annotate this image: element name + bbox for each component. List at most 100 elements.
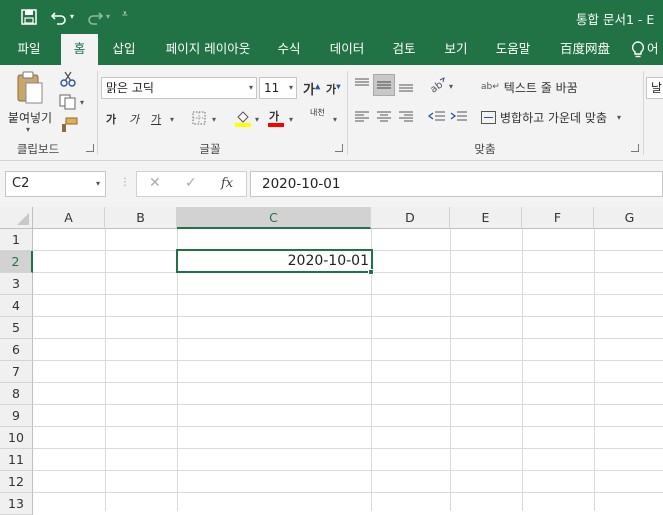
tab-view[interactable]: 보기 [436, 34, 476, 65]
grid-line [33, 338, 663, 339]
chevron-down-icon: ▾ [288, 83, 293, 92]
decrease-indent-icon[interactable] [427, 110, 446, 124]
merge-center-button[interactable]: 병합하고 가운데 맞춤 ▾ [481, 107, 621, 127]
row-header-5[interactable]: 5 [0, 317, 33, 339]
font-size-combo[interactable]: 11 ▾ [259, 77, 297, 99]
tab-tell-me[interactable]: 어 [647, 34, 663, 65]
column-header-d[interactable]: D [371, 207, 450, 229]
grow-font-label: 가 [303, 83, 315, 98]
undo-dropdown-icon[interactable]: ▾ [70, 12, 74, 21]
font-color-dropdown-icon[interactable]: ▾ [289, 115, 293, 124]
lightbulb-icon[interactable] [631, 41, 645, 59]
row-header-9[interactable]: 9 [0, 405, 33, 427]
insert-function-button[interactable]: fx [221, 176, 233, 191]
font-size-value: 11 [264, 81, 280, 95]
clipboard-launcher-icon[interactable] [86, 144, 94, 152]
customize-qat-icon[interactable]: ⩡ [122, 9, 128, 20]
row-header-13[interactable]: 13 [0, 493, 33, 515]
column-header-g[interactable]: G [594, 207, 663, 229]
tab-home[interactable]: 홈 [61, 34, 98, 65]
cut-icon[interactable] [59, 71, 77, 87]
merge-center-icon [481, 110, 496, 124]
redo-dropdown-icon[interactable]: ▾ [106, 12, 110, 21]
fill-handle[interactable] [368, 269, 374, 275]
tab-data[interactable]: 데이터 [321, 34, 373, 65]
wrap-text-button[interactable]: ab↵ 텍스트 줄 바꿈 [481, 77, 578, 97]
name-box[interactable]: C2 ▾ [5, 171, 106, 197]
format-painter-icon[interactable] [60, 117, 78, 133]
align-center-icon[interactable] [376, 110, 392, 124]
shrink-font-button[interactable]: 가▼ [326, 81, 341, 97]
paste-label: 붙여넣기 [7, 111, 53, 125]
border-icon[interactable] [192, 111, 206, 125]
column-header-f[interactable]: F [522, 207, 594, 229]
save-icon[interactable] [20, 8, 38, 26]
grid-line [33, 316, 663, 317]
name-box-dropdown-icon[interactable]: ▾ [96, 172, 100, 196]
select-all-corner[interactable] [0, 207, 33, 229]
column-header-e[interactable]: E [450, 207, 522, 229]
row-header-8[interactable]: 8 [0, 383, 33, 405]
phonetic-dropdown-icon[interactable]: ▾ [333, 115, 337, 124]
formula-bar-grip-icon[interactable]: ⋮ [120, 177, 130, 188]
bold-button[interactable]: 가 [106, 111, 116, 127]
row-header-1[interactable]: 1 [0, 229, 33, 251]
column-header-a[interactable]: A [33, 207, 105, 229]
cell-c2[interactable]: 2020-10-01 [176, 249, 373, 273]
align-top-icon[interactable] [354, 77, 370, 91]
column-header-c[interactable]: C [177, 207, 371, 229]
paste-icon [16, 71, 44, 105]
align-middle-icon[interactable] [373, 74, 395, 96]
tab-baidu-netdisk[interactable]: 百度网盘 [552, 34, 618, 65]
align-right-icon[interactable] [398, 110, 414, 124]
tab-insert[interactable]: 삽입 [103, 34, 145, 65]
align-bottom-icon[interactable] [398, 79, 414, 93]
worksheet-grid[interactable]: A B C D E F G 1 2 3 4 5 6 7 8 9 10 11 12… [0, 207, 663, 515]
italic-button[interactable]: 가 [129, 111, 139, 127]
alignment-launcher-icon[interactable] [631, 144, 639, 152]
enter-icon[interactable]: ✓ [185, 175, 197, 191]
font-name-combo[interactable]: 맑은 고딕 ▾ [101, 77, 257, 99]
copy-icon[interactable] [59, 94, 77, 110]
row-header-4[interactable]: 4 [0, 295, 33, 317]
tab-formulas[interactable]: 수식 [270, 34, 308, 65]
grid-line [33, 426, 663, 427]
row-header-3[interactable]: 3 [0, 273, 33, 295]
redo-icon[interactable] [86, 8, 104, 26]
phonetic-guide-button[interactable]: 내천 [310, 108, 332, 128]
row-header-7[interactable]: 7 [0, 361, 33, 383]
tab-review[interactable]: 검토 [384, 34, 424, 65]
orientation-dropdown-icon[interactable]: ▾ [449, 82, 453, 91]
fill-color-dropdown-icon[interactable]: ▾ [255, 115, 259, 124]
tab-help[interactable]: 도움말 [488, 34, 538, 65]
font-group-label: 글꼴 [199, 142, 221, 156]
formula-input[interactable]: 2020-10-01 [250, 171, 663, 197]
align-left-icon[interactable] [354, 110, 370, 124]
copy-dropdown-icon[interactable]: ▾ [80, 98, 84, 107]
font-launcher-icon[interactable] [335, 144, 343, 152]
cancel-icon[interactable]: ✕ [149, 175, 161, 191]
row-header-6[interactable]: 6 [0, 339, 33, 361]
font-color-button[interactable]: 가 [268, 108, 284, 128]
group-separator [347, 71, 348, 155]
row-header-10[interactable]: 10 [0, 427, 33, 449]
orientation-icon[interactable]: ab [428, 77, 446, 96]
merge-dropdown-icon: ▾ [617, 112, 622, 122]
paste-button[interactable]: 붙여넣기 ▾ [6, 69, 54, 134]
fill-color-icon[interactable] [234, 109, 252, 127]
border-dropdown-icon[interactable]: ▾ [212, 115, 216, 124]
underline-dropdown-icon[interactable]: ▾ [170, 115, 174, 124]
grid-line [33, 294, 663, 295]
number-format-combo[interactable]: 날 [646, 77, 663, 99]
grow-font-button[interactable]: 가▲ [303, 79, 320, 98]
wrap-text-label: 텍스트 줄 바꿈 [503, 80, 578, 95]
underline-button[interactable]: 가 [151, 111, 161, 127]
undo-icon[interactable] [50, 8, 68, 26]
column-header-b[interactable]: B [105, 207, 177, 229]
row-header-2[interactable]: 2 [0, 251, 33, 273]
row-header-11[interactable]: 11 [0, 449, 33, 471]
increase-indent-icon[interactable] [450, 110, 468, 124]
row-header-12[interactable]: 12 [0, 471, 33, 493]
tab-file[interactable]: 파일 [6, 34, 52, 65]
tab-page-layout[interactable]: 페이지 레이아웃 [156, 34, 260, 65]
